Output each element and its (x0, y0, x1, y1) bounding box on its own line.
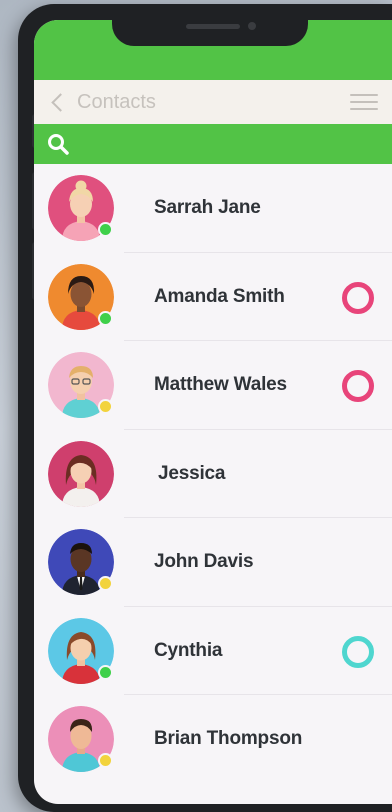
status-ring-icon[interactable] (342, 635, 374, 668)
contact-row[interactable]: Matthew Wales (34, 341, 392, 430)
hamburger-menu-icon[interactable] (350, 94, 378, 112)
contact-row[interactable]: John Davis (34, 518, 392, 607)
avatar (48, 440, 114, 507)
contact-name: Sarrah Jane (154, 197, 261, 219)
contact-row[interactable]: Amanda Smith (34, 253, 392, 342)
presence-indicator-away (98, 399, 113, 415)
contact-list: Sarrah Jane Amanda Smith Matthew Wales J… (34, 164, 392, 784)
status-ring-icon[interactable] (342, 281, 374, 314)
presence-indicator-away (98, 576, 113, 592)
avatar (48, 352, 114, 419)
nav-bar: Contacts (34, 80, 392, 124)
phone-frame: Contacts Sarrah Jane Amanda Smith Matthe… (18, 4, 392, 812)
speaker (186, 24, 240, 29)
contact-name: Jessica (158, 462, 226, 484)
presence-indicator-online (98, 310, 113, 326)
presence-indicator-away (98, 753, 113, 769)
front-camera (248, 22, 256, 30)
screen: Contacts Sarrah Jane Amanda Smith Matthe… (34, 20, 392, 804)
contact-row[interactable]: Sarrah Jane (34, 164, 392, 253)
avatar (48, 175, 114, 242)
contact-name: Amanda Smith (154, 285, 285, 307)
contact-name: Brian Thompson (154, 728, 303, 750)
search-bar[interactable] (34, 124, 392, 164)
notch (112, 20, 308, 46)
status-ring-icon[interactable] (342, 370, 374, 402)
contact-name: Matthew Wales (154, 374, 287, 396)
presence-indicator-online (98, 222, 113, 238)
avatar (48, 617, 114, 684)
contact-name: John Davis (154, 551, 254, 573)
contact-row[interactable]: Cynthia (34, 607, 392, 696)
contact-name: Cynthia (154, 639, 223, 661)
avatar (48, 706, 114, 773)
search-icon[interactable] (46, 132, 70, 156)
status-bar (34, 20, 392, 80)
avatar (48, 529, 114, 596)
contact-row[interactable]: Brian Thompson (34, 695, 392, 784)
presence-indicator-online (98, 664, 113, 680)
page-title: Contacts (77, 90, 156, 113)
avatar (48, 263, 114, 330)
back-chevron-icon[interactable] (51, 92, 70, 112)
contact-row[interactable]: Jessica (34, 430, 392, 519)
